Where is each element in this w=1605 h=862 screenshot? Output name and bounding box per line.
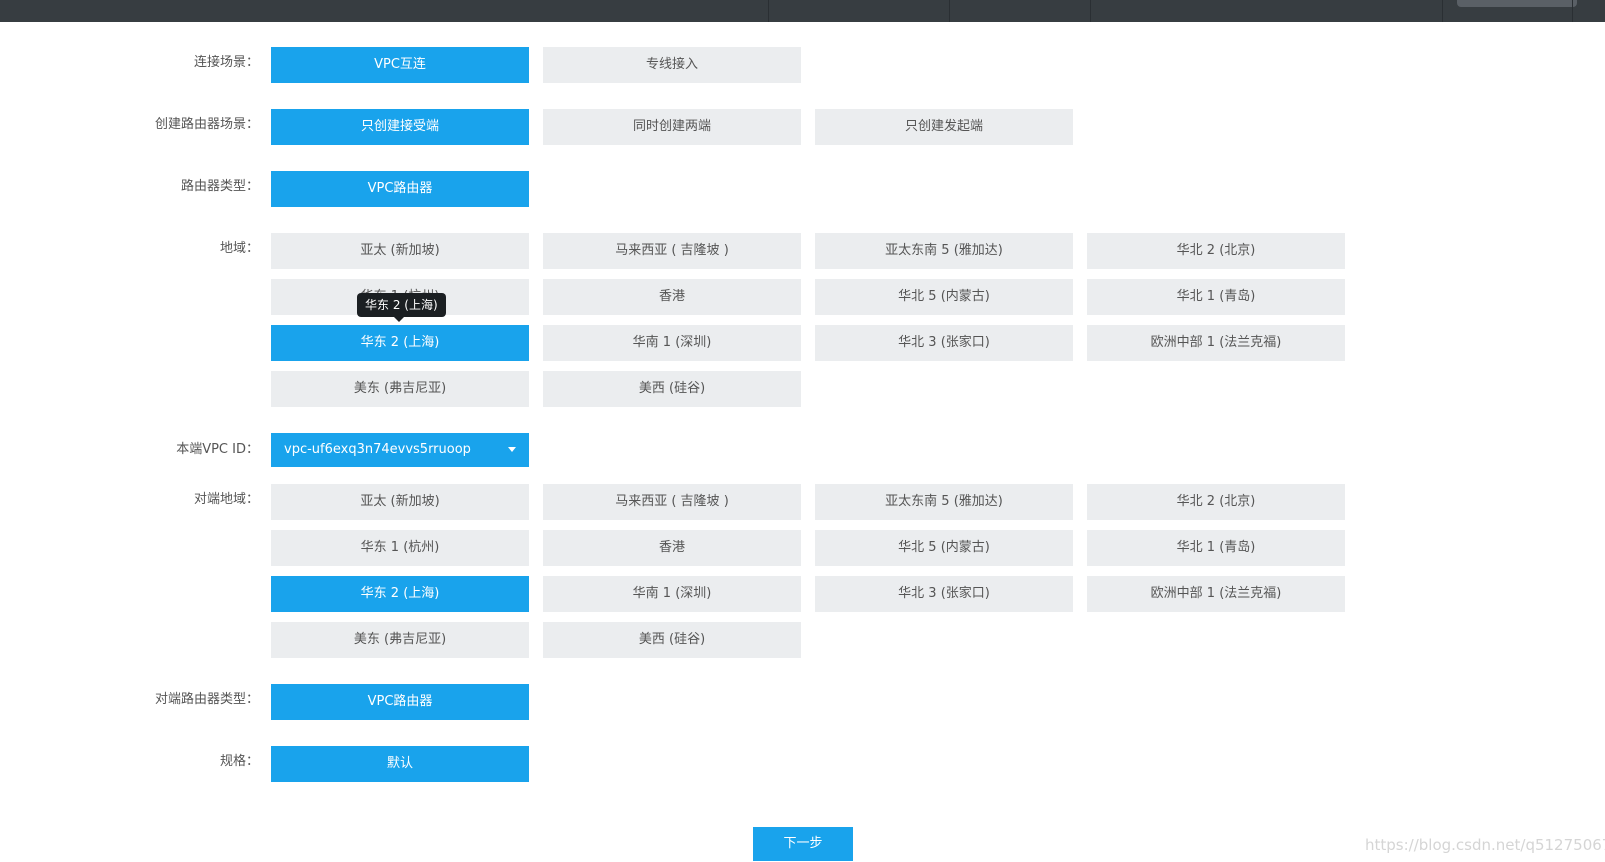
peer-region-option[interactable]: 华北 3 (张家口) <box>815 576 1073 612</box>
caret-down-icon <box>508 447 516 452</box>
router-create-scene-option[interactable]: 只创建接受端 <box>271 109 529 145</box>
spec-label: 规格： <box>219 754 259 769</box>
peer-region-label: 对端地域： <box>193 492 259 507</box>
region-option[interactable]: 美西 (硅谷) <box>543 371 801 407</box>
region-label: 地域： <box>219 241 259 256</box>
navbar-button[interactable] <box>1457 0 1577 7</box>
peer-region-option[interactable]: 马来西亚 ( 吉隆坡 ) <box>543 484 801 520</box>
peer-router-type-label: 对端路由器类型： <box>154 692 259 707</box>
peer-region-option[interactable]: 亚太 (新加坡) <box>271 484 529 520</box>
tooltip-arrow <box>394 317 404 322</box>
local-vpc-select[interactable]: vpc-uf6exq3n74evvs5rruoop <box>271 433 529 467</box>
next-step-button[interactable]: 下一步 <box>753 827 853 861</box>
navbar-divider <box>949 0 950 22</box>
region-option[interactable]: 亚太东南 5 (雅加达) <box>815 233 1073 269</box>
region-option[interactable]: 华北 2 (北京) <box>1087 233 1345 269</box>
tooltip-text: 华东 2 (上海) <box>365 298 438 312</box>
router-type-label: 路由器类型： <box>180 179 259 194</box>
peer-region-option[interactable]: 华北 5 (内蒙古) <box>815 530 1073 566</box>
region-option[interactable]: 华北 5 (内蒙古) <box>815 279 1073 315</box>
peer-region-option[interactable]: 华东 2 (上海) <box>271 576 529 612</box>
top-navbar <box>0 0 1605 22</box>
router-create-scene-option[interactable]: 只创建发起端 <box>815 109 1073 145</box>
navbar-divider <box>1442 0 1443 22</box>
region-option[interactable]: 亚太 (新加坡) <box>271 233 529 269</box>
navbar-divider <box>768 0 769 22</box>
connection-scene-label: 连接场景： <box>193 55 259 70</box>
region-option[interactable]: 美东 (弗吉尼亚) <box>271 371 529 407</box>
peer-region-option[interactable]: 欧洲中部 1 (法兰克福) <box>1087 576 1345 612</box>
peer-region-option[interactable]: 华北 2 (北京) <box>1087 484 1345 520</box>
peer-region-option[interactable]: 美东 (弗吉尼亚) <box>271 622 529 658</box>
peer-region-option[interactable]: 亚太东南 5 (雅加达) <box>815 484 1073 520</box>
region-option[interactable]: 华东 2 (上海) <box>271 325 529 361</box>
region-option[interactable]: 香港 <box>543 279 801 315</box>
region-tooltip: 华东 2 (上海) <box>357 293 446 322</box>
peer-region-option[interactable]: 美西 (硅谷) <box>543 622 801 658</box>
peer-router-type-option[interactable]: VPC路由器 <box>271 684 529 720</box>
region-option[interactable]: 华北 3 (张家口) <box>815 325 1073 361</box>
router-type-option[interactable]: VPC路由器 <box>271 171 529 207</box>
navbar-divider <box>1090 0 1091 22</box>
peer-region-option[interactable]: 华南 1 (深圳) <box>543 576 801 612</box>
region-option[interactable]: 华北 1 (青岛) <box>1087 279 1345 315</box>
spec-option[interactable]: 默认 <box>271 746 529 782</box>
region-option[interactable]: 华南 1 (深圳) <box>543 325 801 361</box>
local-vpc-label: 本端VPC ID： <box>176 442 259 457</box>
watermark: https://blog.csdn.net/q512750671 <box>1365 836 1605 854</box>
connection-scene-option[interactable]: 专线接入 <box>543 47 801 83</box>
navbar-divider <box>1572 0 1573 22</box>
region-option[interactable]: 欧洲中部 1 (法兰克福) <box>1087 325 1345 361</box>
region-option[interactable]: 马来西亚 ( 吉隆坡 ) <box>543 233 801 269</box>
router-create-scene-option[interactable]: 同时创建两端 <box>543 109 801 145</box>
router-create-scene-label: 创建路由器场景： <box>154 117 259 132</box>
connection-scene-option[interactable]: VPC互连 <box>271 47 529 83</box>
local-vpc-value: vpc-uf6exq3n74evvs5rruoop <box>284 442 471 457</box>
peer-region-option[interactable]: 华北 1 (青岛) <box>1087 530 1345 566</box>
peer-region-option[interactable]: 香港 <box>543 530 801 566</box>
peer-region-option[interactable]: 华东 1 (杭州) <box>271 530 529 566</box>
